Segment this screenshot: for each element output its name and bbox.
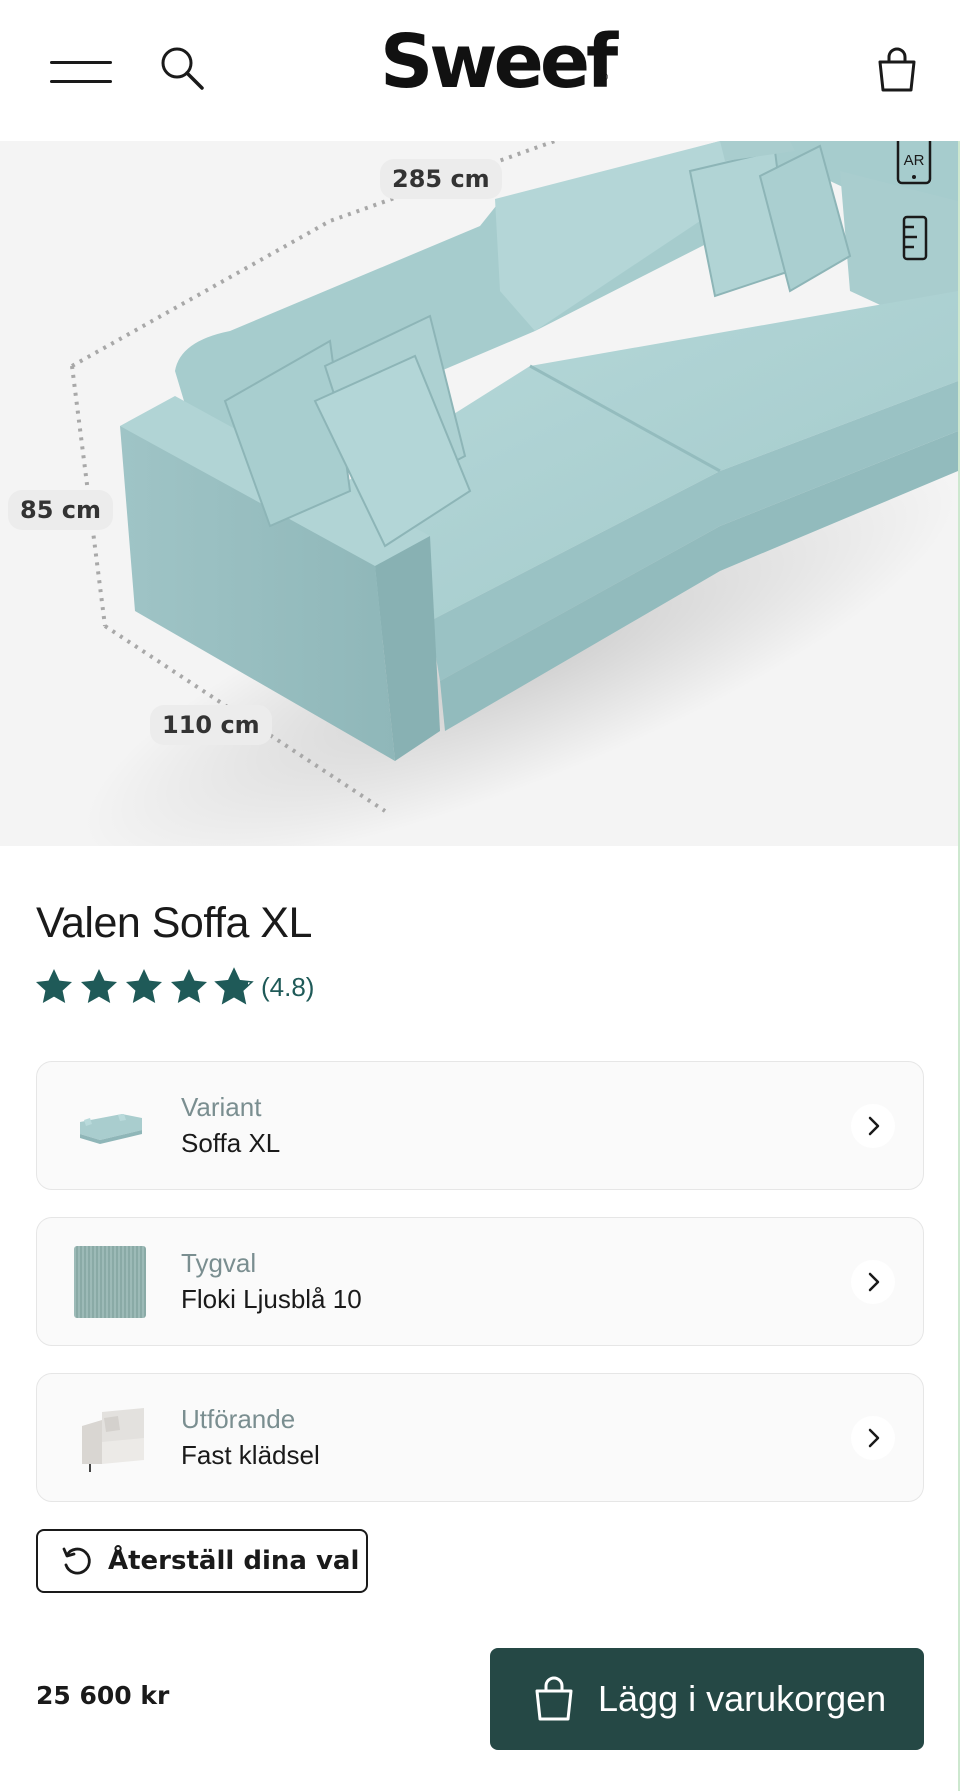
brand-logo[interactable]: Sweef ®	[380, 22, 618, 102]
ar-label: AR	[904, 152, 925, 169]
chevron-right-icon[interactable]	[851, 1104, 895, 1148]
chevron-right-icon[interactable]	[851, 1260, 895, 1304]
armchair-thumbnail	[82, 1408, 144, 1472]
variant-option-card[interactable]: Variant Soffa XL	[36, 1061, 924, 1190]
product-price: 25 600 kr	[36, 1681, 170, 1710]
reset-label: Återställ dina val	[108, 1546, 360, 1576]
shopping-bag-icon	[535, 1676, 573, 1721]
depth-dimension-label: 110 cm	[150, 705, 272, 745]
shopping-bag-icon[interactable]	[876, 46, 918, 94]
add-to-cart-label: Lägg i varukorgen	[598, 1678, 887, 1719]
option-value: Floki Ljusblå 10	[181, 1284, 362, 1314]
finish-option-card[interactable]: Utförande Fast klädsel	[36, 1373, 924, 1502]
chevron-right-icon[interactable]	[851, 1416, 895, 1460]
width-dimension-label: 285 cm	[380, 159, 502, 199]
ar-phone-icon[interactable]: AR	[896, 141, 932, 187]
rating-value: (4.8)	[261, 971, 315, 1002]
star-icon	[81, 969, 117, 1003]
option-value: Fast klädsel	[181, 1440, 320, 1470]
hamburger-menu-icon[interactable]	[50, 50, 112, 86]
product-rating[interactable]: (4.8)	[34, 966, 314, 1008]
partial-star-icon	[214, 967, 254, 1005]
logo-text: Sweef	[380, 19, 618, 105]
reset-arrow-icon	[62, 1547, 91, 1575]
fabric-option-card[interactable]: Tygval Floki Ljusblå 10	[36, 1217, 924, 1346]
height-dimension-label: 85 cm	[8, 490, 113, 530]
product-image-viewer[interactable]: 285 cm 85 cm 110 cm AR	[0, 141, 958, 846]
reset-choices-button[interactable]: Återställ dina val	[36, 1529, 368, 1593]
fabric-swatch	[74, 1246, 146, 1318]
sofa-thumbnail	[80, 1114, 142, 1144]
star-icon	[171, 969, 207, 1003]
option-label: Utförande	[181, 1404, 296, 1434]
site-header: Sweef ®	[0, 0, 960, 141]
option-label: Variant	[181, 1092, 262, 1122]
add-to-cart-button[interactable]: Lägg i varukorgen	[490, 1648, 924, 1750]
ruler-icon[interactable]	[902, 215, 928, 261]
option-value: Soffa XL	[181, 1128, 281, 1158]
sofa-image	[70, 141, 958, 846]
star-icon	[36, 969, 72, 1003]
registered-mark: ®	[599, 70, 608, 84]
product-title: Valen Soffa XL	[36, 899, 312, 947]
search-icon[interactable]	[158, 44, 206, 92]
option-label: Tygval	[181, 1248, 257, 1278]
star-icon	[126, 969, 162, 1003]
